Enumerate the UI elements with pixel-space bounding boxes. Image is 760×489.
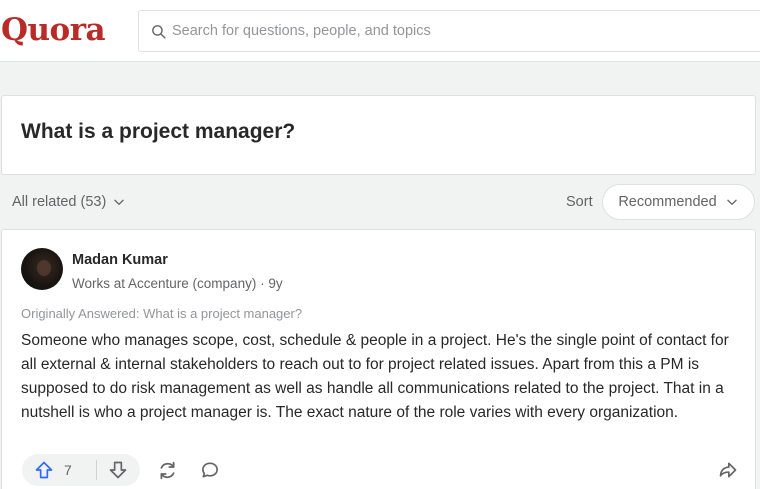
sort-label: Sort <box>566 194 593 210</box>
answer-card: Madan Kumar Works at Accenture (company)… <box>1 229 756 489</box>
author-credential[interactable]: Works at Accenture (company) · 9y <box>72 276 283 291</box>
question-card: What is a project manager? <box>1 95 756 175</box>
upvote-button[interactable]: 7 <box>22 454 96 486</box>
answer-actions: 7 <box>22 454 742 486</box>
chevron-down-icon <box>726 199 737 205</box>
author-avatar[interactable] <box>21 248 63 290</box>
top-navigation-bar: Quora <box>0 0 760 62</box>
quora-logo[interactable]: Quora <box>1 12 106 48</box>
sort-value: Recommended <box>618 194 717 210</box>
search-icon <box>152 25 166 39</box>
comment-icon <box>202 462 218 478</box>
downvote-icon <box>109 461 127 479</box>
answer-text: Someone who manages scope, cost, schedul… <box>21 332 729 421</box>
all-related-label: All related (53) <box>12 194 107 210</box>
search-input[interactable] <box>172 19 732 43</box>
upvote-count: 7 <box>64 462 72 478</box>
chevron-down-icon <box>114 199 125 205</box>
upvote-icon <box>35 461 53 479</box>
comment-button[interactable] <box>194 454 226 486</box>
share-button[interactable] <box>151 454 183 486</box>
all-related-filter[interactable]: All related (53) <box>12 194 126 210</box>
forward-icon <box>719 462 737 478</box>
search-box[interactable] <box>138 10 760 52</box>
originally-answered-link[interactable]: Originally Answered: What is a project m… <box>21 306 302 321</box>
forward-button[interactable] <box>712 454 744 486</box>
author-name[interactable]: Madan Kumar <box>72 252 168 268</box>
question-title[interactable]: What is a project manager? <box>21 120 295 144</box>
downvote-button[interactable] <box>97 454 139 486</box>
share-icon <box>160 461 174 479</box>
vote-group: 7 <box>22 454 140 486</box>
sort-dropdown[interactable]: Recommended <box>602 184 755 220</box>
